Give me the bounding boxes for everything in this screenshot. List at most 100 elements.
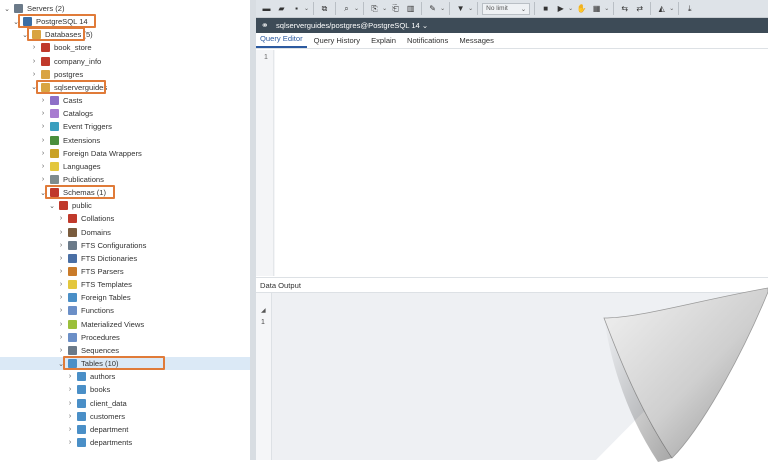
tree-item[interactable]: › Catalogs [0, 107, 250, 120]
connection-bar[interactable]: ⚭ sqlserverguides/postgres@PostgreSQL 14… [256, 18, 768, 33]
paste-rows-icon[interactable]: ⎗ [389, 2, 402, 15]
sql-editor-area[interactable] [275, 50, 768, 276]
chevron-right-icon[interactable]: › [30, 57, 38, 65]
chevron-right-icon[interactable]: › [39, 110, 47, 118]
execute-icon[interactable]: ▶ [554, 2, 567, 15]
tree-item[interactable]: ⌄ Tables (10) [0, 357, 250, 371]
tree-item[interactable]: › FTS Configurations [0, 239, 250, 252]
download-icon[interactable]: ⤓ [683, 2, 696, 15]
chevron-down-icon[interactable]: ⌄ [21, 31, 29, 39]
tab-data-output[interactable]: Data Output [260, 281, 301, 290]
tree-item[interactable]: › FTS Dictionaries [0, 252, 250, 265]
chevron-down-icon[interactable]: ⌄ [57, 360, 65, 368]
chevron-right-icon[interactable]: › [57, 307, 65, 315]
tree-item[interactable]: › department [0, 423, 250, 436]
tree-item[interactable]: › Domains [0, 226, 250, 239]
tab-query-editor[interactable]: Query Editor [256, 34, 307, 48]
edit-dropdown-icon[interactable]: ⌄ [440, 5, 445, 12]
tree-item[interactable]: › departments [0, 436, 250, 449]
chevron-down-icon[interactable]: ⌄ [12, 18, 20, 26]
clear-icon[interactable]: ◭ [655, 2, 668, 15]
chevron-right-icon[interactable]: › [57, 281, 65, 289]
chevron-right-icon[interactable]: › [39, 175, 47, 183]
chevron-right-icon[interactable]: › [66, 425, 74, 433]
chevron-right-icon[interactable]: › [57, 333, 65, 341]
save-icon[interactable]: ▪ [290, 2, 303, 15]
chevron-right-icon[interactable]: › [66, 386, 74, 394]
tree-item[interactable]: › Procedures [0, 331, 250, 344]
chevron-right-icon[interactable]: › [66, 373, 74, 381]
tree-item[interactable]: › Sequences [0, 344, 250, 357]
explain-icon[interactable]: ✋ [575, 2, 588, 15]
data-output-grid[interactable]: ◢ 1 [256, 293, 768, 460]
chevron-right-icon[interactable]: › [39, 136, 47, 144]
chevron-right-icon[interactable]: › [57, 228, 65, 236]
tree-item[interactable]: › customers [0, 410, 250, 423]
chevron-right-icon[interactable]: › [57, 346, 65, 354]
tree-item[interactable]: › Materialized Views [0, 318, 250, 331]
chevron-down-icon[interactable]: ⌄ [30, 83, 38, 91]
find-icon[interactable]: ⌕ [340, 2, 353, 15]
copy-rows-icon[interactable]: ⎘ [368, 2, 381, 15]
tree-item[interactable]: › Functions [0, 304, 250, 317]
tree-item[interactable]: ⌄ Schemas (1) [0, 186, 250, 199]
chevron-right-icon[interactable]: › [66, 399, 74, 407]
tree-item[interactable]: › authors [0, 370, 250, 383]
rollback-icon[interactable]: ⇄ [633, 2, 646, 15]
tree-item[interactable]: › Extensions [0, 134, 250, 147]
tree-item[interactable]: › Casts [0, 94, 250, 107]
tab-notifications[interactable]: Notifications [403, 36, 452, 48]
chevron-down-icon[interactable]: ⌄ [39, 189, 47, 197]
tree-item[interactable]: › company_info [0, 55, 250, 68]
tree-item[interactable]: › FTS Parsers [0, 265, 250, 278]
chevron-right-icon[interactable]: › [66, 412, 74, 420]
tree-item[interactable]: › Foreign Tables [0, 291, 250, 304]
tree-item[interactable]: › Publications [0, 173, 250, 186]
filter-dropdown-icon[interactable]: ⌄ [468, 5, 473, 12]
tree-item[interactable]: › Collations [0, 212, 250, 225]
chevron-right-icon[interactable]: › [39, 123, 47, 131]
chevron-right-icon[interactable]: › [39, 149, 47, 157]
chevron-right-icon[interactable]: › [66, 438, 74, 446]
copy-rows-dropdown-icon[interactable]: ⌄ [382, 5, 387, 12]
tree-item[interactable]: › books [0, 383, 250, 396]
explain-dropdown-icon[interactable]: ⌄ [604, 5, 609, 12]
edit-icon[interactable]: ✎ [426, 2, 439, 15]
tree-item[interactable]: ⌄ PostgreSQL 14 [0, 15, 250, 28]
execute-dropdown-icon[interactable]: ⌄ [568, 5, 573, 12]
tree-item[interactable]: › Languages [0, 160, 250, 173]
tree-item[interactable]: › book_store [0, 41, 250, 54]
chevron-right-icon[interactable]: › [39, 162, 47, 170]
copy-icon[interactable]: ⧉ [318, 2, 331, 15]
commit-icon[interactable]: ⇆ [618, 2, 631, 15]
delete-rows-icon[interactable]: ▥ [404, 2, 417, 15]
chevron-right-icon[interactable]: › [57, 215, 65, 223]
tree-item[interactable]: ⌄ sqlserverguides [0, 81, 250, 94]
chevron-right-icon[interactable]: › [30, 70, 38, 78]
save-dropdown-icon[interactable]: ⌄ [304, 5, 309, 12]
filter-icon[interactable]: ▼ [454, 2, 467, 15]
tree-item[interactable]: › Foreign Data Wrappers [0, 147, 250, 160]
chevron-right-icon[interactable]: › [57, 254, 65, 262]
tab-query-history[interactable]: Query History [310, 36, 364, 48]
chevron-right-icon[interactable]: › [30, 44, 38, 52]
tree-item[interactable]: › FTS Templates [0, 278, 250, 291]
tree-item[interactable]: ⌄ Servers (2) [0, 2, 250, 15]
tree-item[interactable]: ⌄ Databases (5) [0, 28, 250, 41]
tree-item[interactable]: › client_data [0, 397, 250, 410]
chevron-down-icon[interactable]: ⌄ [3, 5, 11, 13]
clear-dropdown-icon[interactable]: ⌄ [669, 5, 674, 12]
chevron-down-icon[interactable]: ⌄ [48, 202, 56, 210]
open-file-icon[interactable]: ▬ [260, 2, 273, 15]
chevron-right-icon[interactable]: › [39, 97, 47, 105]
tree-item[interactable]: › postgres [0, 68, 250, 81]
find-dropdown-icon[interactable]: ⌄ [354, 5, 359, 12]
stop-icon[interactable]: ■ [539, 2, 552, 15]
folder-icon[interactable]: ▰ [275, 2, 288, 15]
tab-explain[interactable]: Explain [367, 36, 400, 48]
chevron-right-icon[interactable]: › [57, 241, 65, 249]
tree-item[interactable]: › Event Triggers [0, 120, 250, 133]
chevron-right-icon[interactable]: › [57, 320, 65, 328]
row-limit-select[interactable]: No limit ⌄ [482, 2, 531, 15]
chevron-right-icon[interactable]: › [57, 268, 65, 276]
